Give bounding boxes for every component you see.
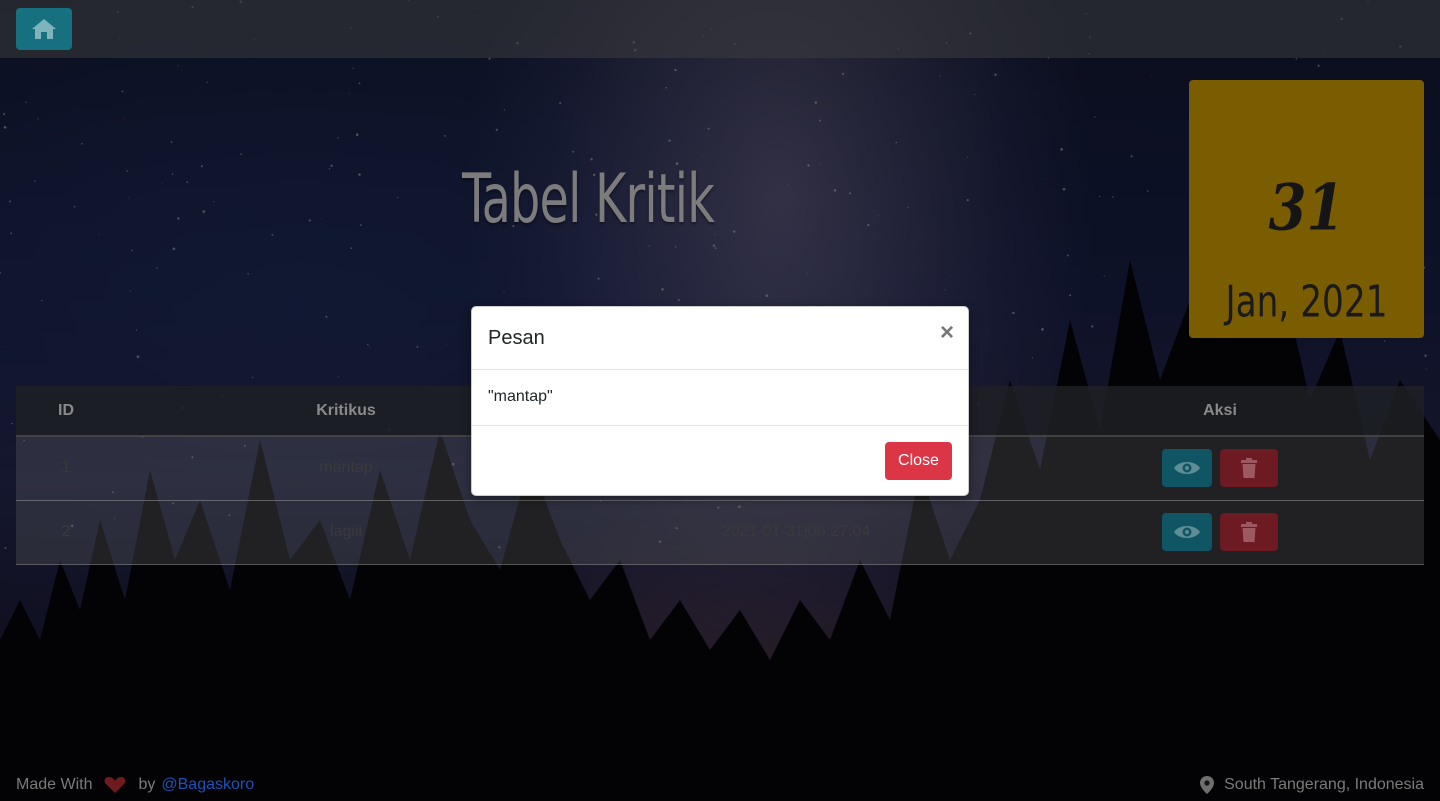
- home-icon: [32, 19, 56, 39]
- by-text: by: [138, 776, 156, 793]
- message-modal: Pesan × "mantap" Close: [471, 306, 969, 496]
- trash-icon: [1241, 522, 1257, 542]
- navbar: [0, 0, 1440, 58]
- modal-body: "mantap": [472, 370, 968, 426]
- header-id: ID: [16, 386, 116, 437]
- delete-button[interactable]: [1220, 513, 1278, 551]
- trash-icon: [1241, 458, 1257, 479]
- date-day: 31: [1268, 170, 1345, 246]
- page-title: Tabel Kritik: [462, 160, 715, 239]
- cell-aksi: [1016, 436, 1424, 501]
- eye-icon: [1174, 526, 1200, 538]
- table-row: 2 lagiii 2021-01-31|06:27:04: [16, 500, 1424, 565]
- modal-footer: Close: [472, 426, 968, 496]
- date-card: 31 Jan, 2021: [1189, 80, 1424, 338]
- made-with-text: Made With: [16, 776, 93, 793]
- view-button[interactable]: [1162, 449, 1212, 488]
- date-month-year: Jan, 2021: [1225, 276, 1388, 328]
- eye-icon: [1174, 462, 1200, 475]
- cell-aksi: [1016, 500, 1424, 565]
- close-button[interactable]: Close: [885, 442, 952, 480]
- modal-header: Pesan ×: [472, 307, 968, 370]
- cell-id: 2: [16, 500, 116, 565]
- footer-credit: Made With by @Bagaskoro: [16, 776, 254, 794]
- heart-icon: [105, 777, 126, 793]
- map-pin-icon: [1200, 776, 1215, 794]
- header-aksi: Aksi: [1016, 386, 1424, 437]
- modal-title: Pesan: [488, 326, 545, 349]
- footer-location: South Tangerang, Indonesia: [1200, 776, 1424, 794]
- cell-tanggal: 2021-01-31|06:27:04: [576, 500, 1016, 565]
- view-button[interactable]: [1162, 513, 1212, 551]
- delete-button[interactable]: [1220, 449, 1278, 488]
- cell-id: 1: [16, 436, 116, 501]
- modal-close-icon[interactable]: ×: [940, 321, 954, 345]
- home-button[interactable]: [16, 8, 72, 50]
- location-text: South Tangerang, Indonesia: [1224, 776, 1424, 793]
- author-link[interactable]: @Bagaskoro: [161, 776, 254, 794]
- cell-kritikus: lagiii: [116, 500, 576, 565]
